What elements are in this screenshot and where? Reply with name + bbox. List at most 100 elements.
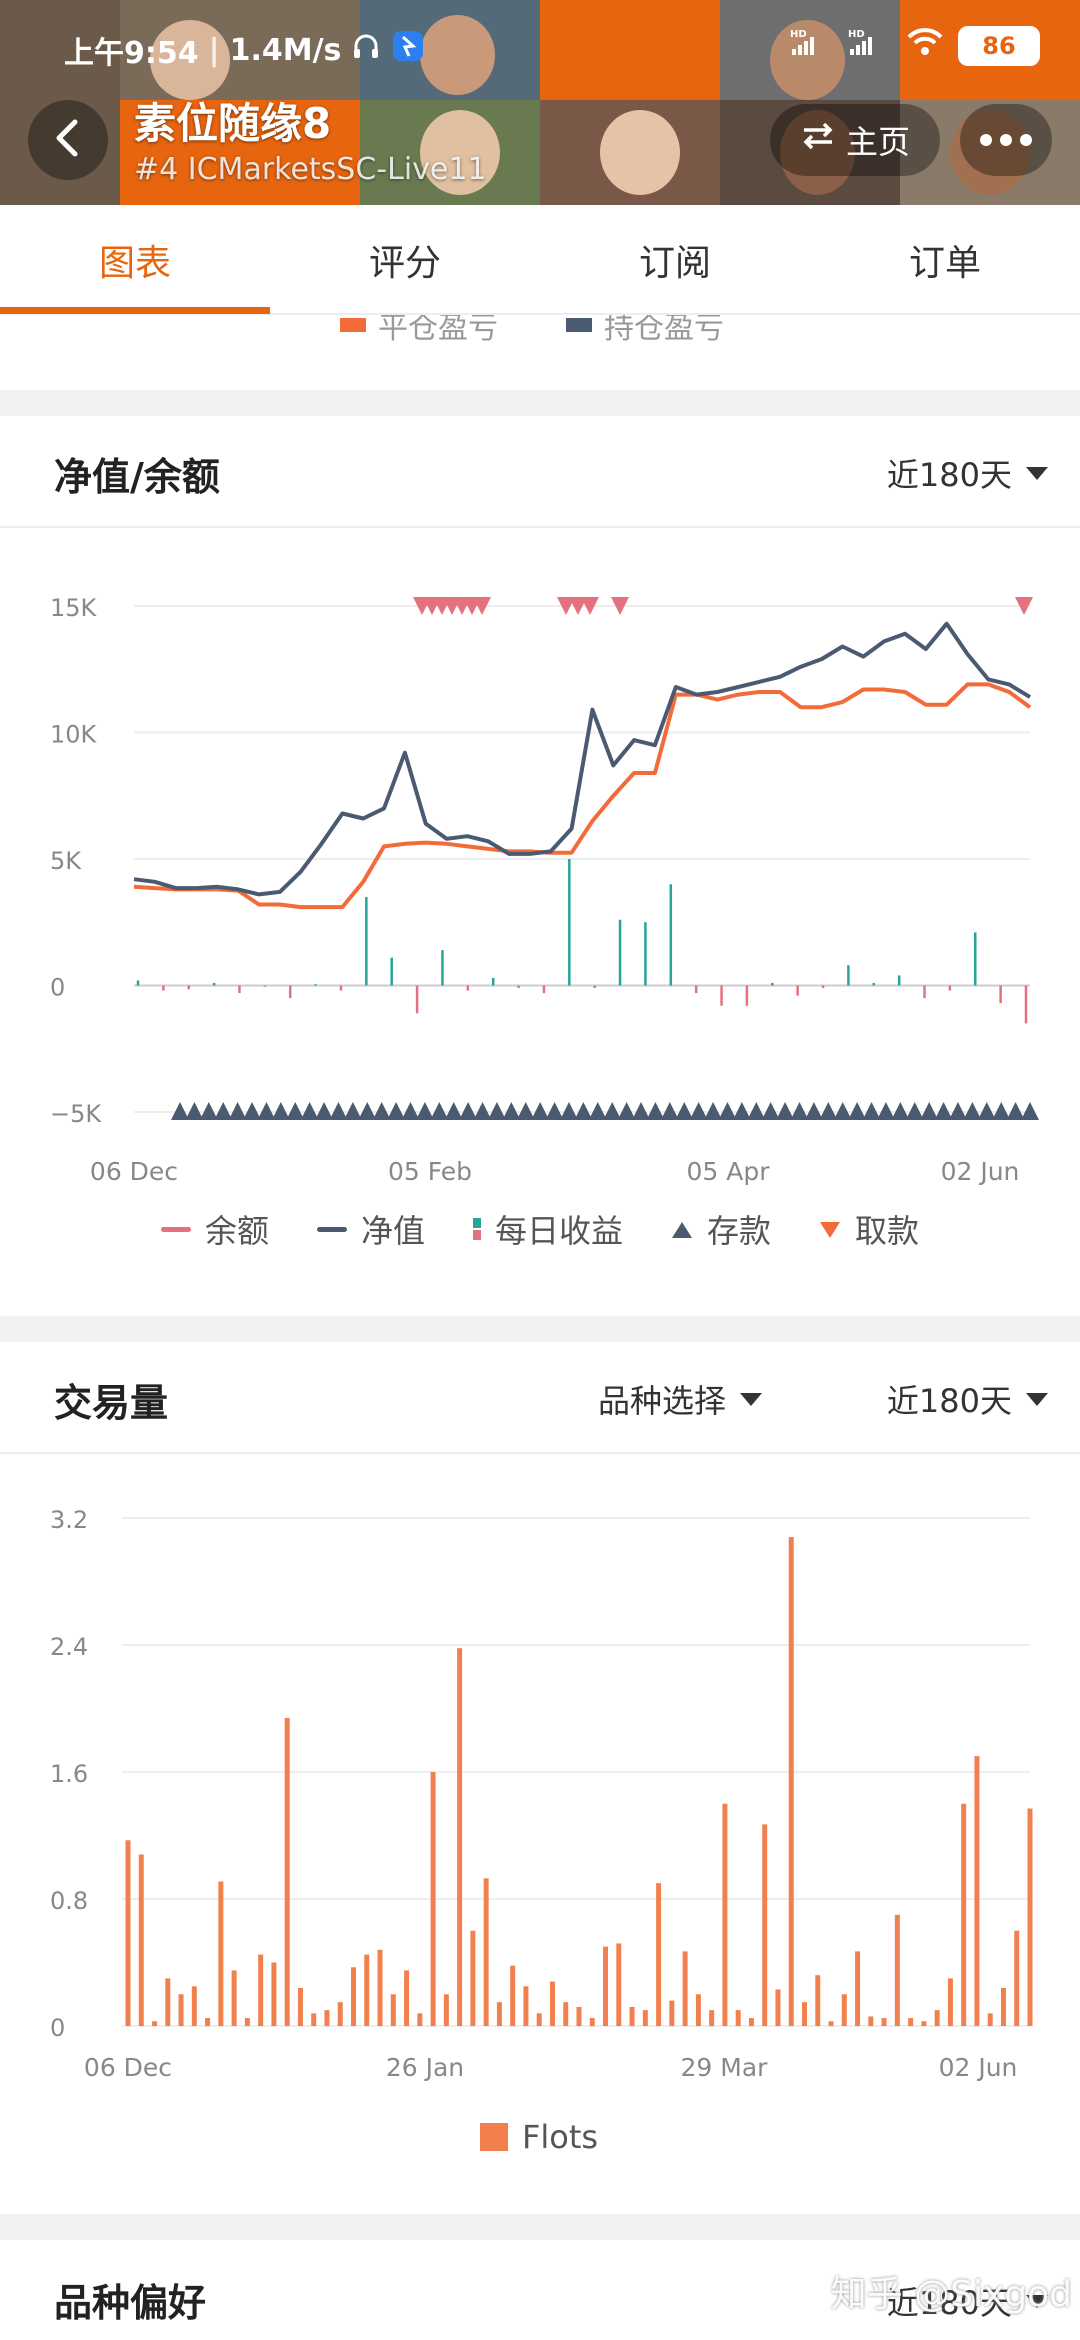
volume-bar [549, 1981, 555, 2026]
volume-period-select[interactable]: 近180天 [887, 1376, 1048, 1422]
tab-chart[interactable]: 图表 [0, 205, 270, 315]
active-tab-indicator [0, 307, 270, 314]
app-notification-icon [391, 29, 425, 71]
equity-period-value: 近180天 [886, 456, 1012, 494]
account-subtitle: #4 ICMarketsSC-Live11 [134, 152, 487, 187]
x-tick-label: 06 Dec [84, 2053, 172, 2082]
legend-balance[interactable]: 余额 [160, 1206, 269, 1252]
volume-bar [536, 2013, 542, 2026]
home-button[interactable]: 主页 [770, 104, 940, 176]
tab-bar: 图表 评分 订阅 订单 [0, 205, 1080, 315]
volume-bar [510, 1965, 516, 2026]
volume-bar [855, 1951, 861, 2026]
volume-bar [258, 1954, 264, 2026]
series-line-equity [133, 621, 1032, 897]
volume-bar [961, 1803, 967, 2026]
legend-withdraw[interactable]: 取款 [819, 1206, 919, 1252]
volume-bar [934, 2010, 940, 2026]
volume-bar [191, 1986, 197, 2026]
volume-bar [231, 1970, 237, 2026]
x-tick-label: 05 Feb [388, 1157, 472, 1186]
volume-bar [629, 2006, 635, 2026]
volume-bar [788, 1537, 794, 2026]
volume-bar [987, 2013, 993, 2026]
volume-bar [244, 2018, 250, 2026]
legend-open-pnl: 持仓盈亏 [604, 315, 724, 346]
volume-bar [762, 1824, 768, 2026]
equity-legend: 余额 净值 每日收益 存款 取款 [0, 1206, 1080, 1252]
volume-bar [271, 1962, 277, 2026]
signal-icon: HD [790, 27, 834, 65]
volume-bar [748, 2018, 754, 2026]
y-tick-label: 0.8 [50, 1887, 88, 1915]
account-title: 素位随缘8 [134, 99, 332, 148]
volume-bar [470, 1930, 476, 2026]
back-button[interactable] [28, 100, 108, 180]
legend-deposit[interactable]: 存款 [671, 1206, 771, 1252]
volume-bar [297, 1987, 303, 2026]
equity-balance-card: 净值/余额 近180天 15K 10K 5K 0 −5K 06 Dec 05 Feb 05 A… [0, 416, 1080, 1316]
volume-bar [828, 2021, 834, 2026]
x-tick-label: 05 Apr [686, 1157, 770, 1186]
tab-rating[interactable]: 评分 [270, 205, 540, 315]
volume-bar [311, 2013, 317, 2026]
y-tick-label: −5K [50, 1100, 102, 1128]
watermark: 知乎 @Sixgod [830, 2274, 1072, 2315]
y-tick-label: 5K [50, 847, 82, 875]
volume-bar [695, 1994, 701, 2026]
volume-bar [616, 1943, 622, 2026]
swap-icon [800, 120, 836, 160]
volume-bar [377, 1949, 383, 2026]
status-bar: 上午9:54 | 1.4M/s HD HD 86 [0, 0, 1080, 90]
signal-icon-2: HD [848, 27, 892, 65]
more-options-button[interactable] [960, 104, 1052, 176]
volume-bar [337, 2002, 343, 2026]
volume-bar [642, 2010, 648, 2026]
x-tick-label: 06 Dec [90, 1157, 178, 1186]
volume-bar [125, 1840, 131, 2026]
y-tick-label: 0 [50, 974, 65, 1002]
series-line-balance [133, 682, 1032, 910]
previous-chart-legend: 平仓盈亏 持仓盈亏 [0, 315, 1080, 390]
tab-subscribe[interactable]: 订阅 [540, 205, 810, 315]
volume-bar [404, 1970, 410, 2026]
volume-bar [483, 1878, 489, 2026]
volume-bar [457, 1648, 463, 2026]
volume-bar [868, 2016, 874, 2026]
volume-bar [841, 1994, 847, 2026]
volume-bar [430, 1772, 436, 2026]
legend-flots[interactable]: Flots [480, 2118, 598, 2156]
volume-bar [178, 1994, 184, 2026]
battery-indicator: 86 [958, 26, 1040, 66]
volume-card-header: 交易量 品种选择 近180天 [0, 1342, 1080, 1454]
volume-bar [815, 1975, 821, 2026]
volume-bar [722, 1803, 728, 2026]
equity-card-header: 净值/余额 近180天 [0, 416, 1080, 528]
tab-orders[interactable]: 订单 [810, 205, 1080, 315]
legend-equity[interactable]: 净值 [316, 1206, 425, 1252]
volume-bar [802, 2002, 807, 2026]
equity-period-select[interactable]: 近180天 [887, 450, 1048, 496]
y-tick-label: 3.2 [50, 1506, 88, 1534]
volume-bar [682, 1951, 688, 2026]
volume-bar [775, 1989, 781, 2026]
volume-bar [523, 1986, 529, 2026]
volume-bar [669, 2000, 675, 2026]
symbol-select[interactable]: 品种选择 [598, 1376, 762, 1422]
svg-text:HD: HD [848, 29, 865, 40]
volume-bar [390, 1994, 396, 2026]
volume-bar [881, 2018, 887, 2026]
volume-bar [1000, 1987, 1006, 2026]
status-network-speed: 1.4M/s [229, 32, 342, 68]
x-tick-label: 29 Mar [681, 2053, 769, 2082]
legend-closed-pnl: 平仓盈亏 [378, 315, 498, 346]
volume-bar [656, 1883, 662, 2026]
caret-down-icon [1026, 466, 1048, 480]
caret-down-icon [1026, 1392, 1048, 1406]
chevron-left-icon [51, 118, 85, 162]
volume-bar [165, 1978, 171, 2026]
y-tick-label: 2.4 [50, 1633, 88, 1661]
volume-card-title: 交易量 [54, 1381, 169, 1425]
legend-daily-return[interactable]: 每日收益 [472, 1206, 623, 1252]
symbol-select-value: 品种选择 [597, 1382, 726, 1420]
